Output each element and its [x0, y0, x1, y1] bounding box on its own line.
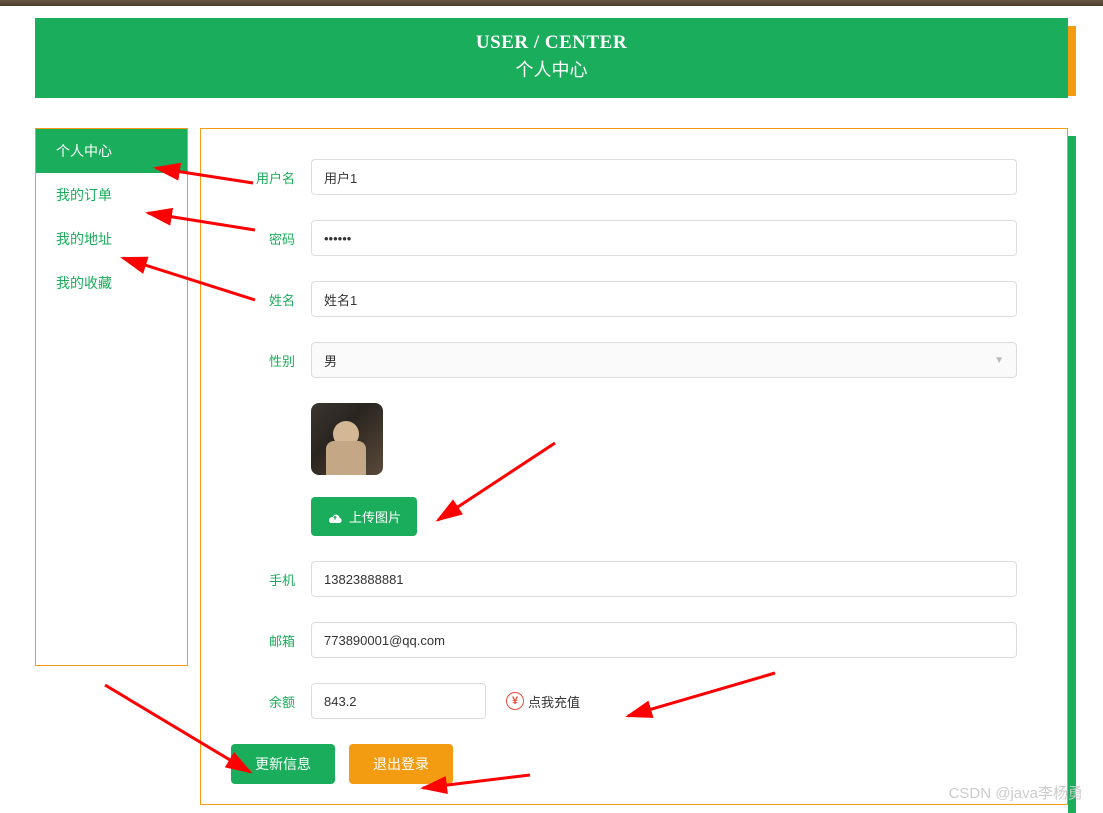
- label-phone: 手机: [231, 570, 311, 589]
- page-banner: USER / CENTER 个人中心: [35, 18, 1068, 98]
- update-button[interactable]: 更新信息: [231, 744, 335, 784]
- logout-button[interactable]: 退出登录: [349, 744, 453, 784]
- chevron-down-icon: ▼: [994, 355, 1004, 366]
- row-email: 邮箱: [231, 622, 1017, 658]
- label-name: 姓名: [231, 290, 311, 309]
- sidebar-item-label: 我的订单: [56, 187, 112, 203]
- sidebar: 个人中心 我的订单 我的地址 我的收藏: [35, 128, 188, 666]
- watermark: CSDN @java李杨勇: [949, 782, 1083, 803]
- input-balance[interactable]: [311, 683, 486, 719]
- yen-icon: ¥: [506, 692, 524, 710]
- main-area: 个人中心 我的订单 我的地址 我的收藏 用户名 密码 姓名 性别 男: [35, 128, 1068, 805]
- sidebar-item-profile[interactable]: 个人中心: [36, 129, 187, 173]
- sidebar-item-label: 个人中心: [56, 143, 112, 159]
- recharge-link[interactable]: ¥ 点我充值: [506, 692, 580, 711]
- label-balance: 余额: [231, 692, 311, 711]
- sidebar-item-label: 我的地址: [56, 231, 112, 247]
- input-username[interactable]: [311, 159, 1017, 195]
- label-email: 邮箱: [231, 631, 311, 650]
- banner-title-cn: 个人中心: [35, 56, 1068, 82]
- avatar-block: 上传图片: [311, 403, 417, 536]
- banner-wrap: USER / CENTER 个人中心: [35, 18, 1068, 98]
- label-gender: 性别: [231, 351, 311, 370]
- sidebar-item-orders[interactable]: 我的订单: [36, 173, 187, 217]
- top-strip: [0, 0, 1103, 6]
- row-avatar: 上传图片: [231, 403, 1017, 536]
- bottom-buttons: 更新信息 退出登录: [231, 744, 1017, 784]
- upload-button[interactable]: 上传图片: [311, 497, 417, 536]
- row-username: 用户名: [231, 159, 1017, 195]
- row-balance: 余额 ¥ 点我充值: [231, 683, 1017, 719]
- banner-title-en: USER / CENTER: [35, 32, 1068, 54]
- sidebar-item-address[interactable]: 我的地址: [36, 217, 187, 261]
- row-phone: 手机: [231, 561, 1017, 597]
- recharge-text: 点我充值: [528, 692, 580, 711]
- input-password[interactable]: [311, 220, 1017, 256]
- sidebar-item-favorites[interactable]: 我的收藏: [36, 261, 187, 305]
- row-name: 姓名: [231, 281, 1017, 317]
- label-username: 用户名: [231, 168, 311, 187]
- input-phone[interactable]: [311, 561, 1017, 597]
- label-password: 密码: [231, 229, 311, 248]
- input-name[interactable]: [311, 281, 1017, 317]
- sidebar-item-label: 我的收藏: [56, 275, 112, 291]
- row-password: 密码: [231, 220, 1017, 256]
- main-shadow: [1068, 136, 1076, 813]
- row-gender: 性别 男 ▼: [231, 342, 1017, 378]
- input-email[interactable]: [311, 622, 1017, 658]
- form-panel: 用户名 密码 姓名 性别 男 ▼: [200, 128, 1068, 805]
- select-gender-value: 男: [324, 351, 337, 370]
- cloud-upload-icon: [327, 511, 343, 523]
- avatar-image: [311, 403, 383, 475]
- upload-button-label: 上传图片: [349, 507, 401, 526]
- select-gender[interactable]: 男 ▼: [311, 342, 1017, 378]
